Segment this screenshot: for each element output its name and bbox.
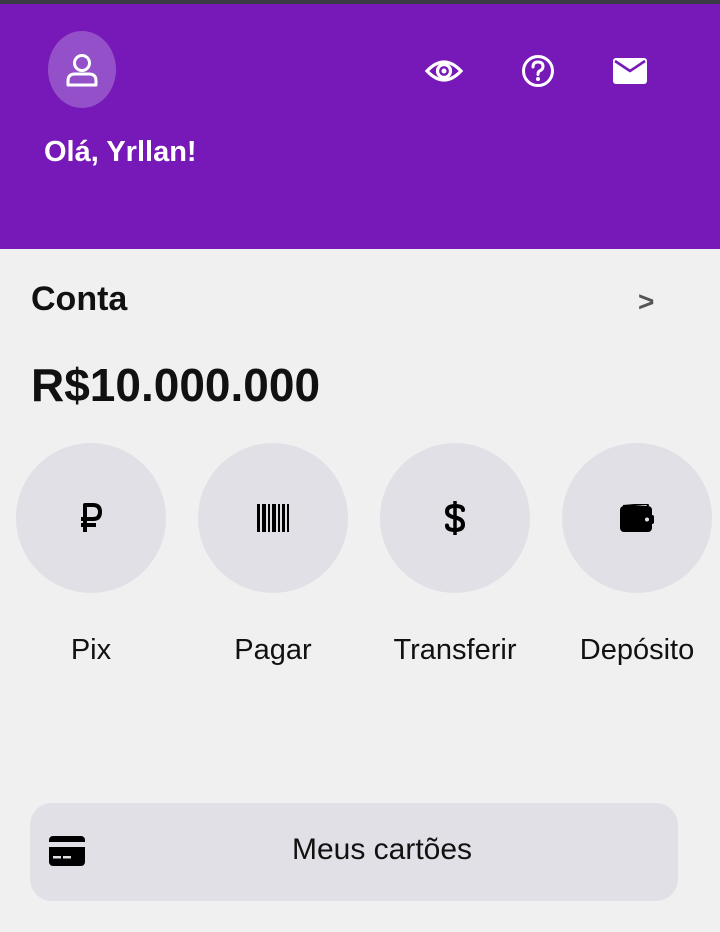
- account-title: Conta: [31, 280, 128, 318]
- messages-button[interactable]: [610, 51, 650, 91]
- deposit-button[interactable]: [562, 443, 712, 593]
- account-details-arrow[interactable]: >: [638, 286, 654, 318]
- eye-icon: [425, 60, 463, 82]
- wallet-icon: [620, 504, 654, 532]
- account-balance: R$10.000.000: [31, 359, 321, 411]
- user-icon: [66, 53, 98, 86]
- help-icon: [522, 55, 554, 87]
- header: Olá, Yrllan!: [0, 4, 720, 249]
- dollar-sign-icon: [444, 501, 466, 535]
- toggle-visibility-button[interactable]: [424, 51, 464, 91]
- avatar[interactable]: [48, 31, 116, 108]
- pix-button[interactable]: [16, 443, 166, 593]
- help-button[interactable]: [518, 51, 558, 91]
- barcode-icon: [257, 504, 289, 532]
- ruble-sign-icon: [81, 503, 102, 532]
- pix-label: Pix: [70, 634, 112, 666]
- pay-label: Pagar: [234, 634, 312, 666]
- my-cards-label: Meus cartões: [291, 833, 473, 866]
- my-cards-button[interactable]: Meus cartões: [30, 803, 678, 901]
- mail-icon: [613, 58, 647, 84]
- greeting-text: Olá, Yrllan!: [44, 136, 197, 168]
- pay-button[interactable]: [198, 443, 348, 593]
- transfer-button[interactable]: [380, 443, 530, 593]
- transfer-label: Transferir: [393, 634, 517, 666]
- deposit-label: Depósito: [579, 634, 695, 666]
